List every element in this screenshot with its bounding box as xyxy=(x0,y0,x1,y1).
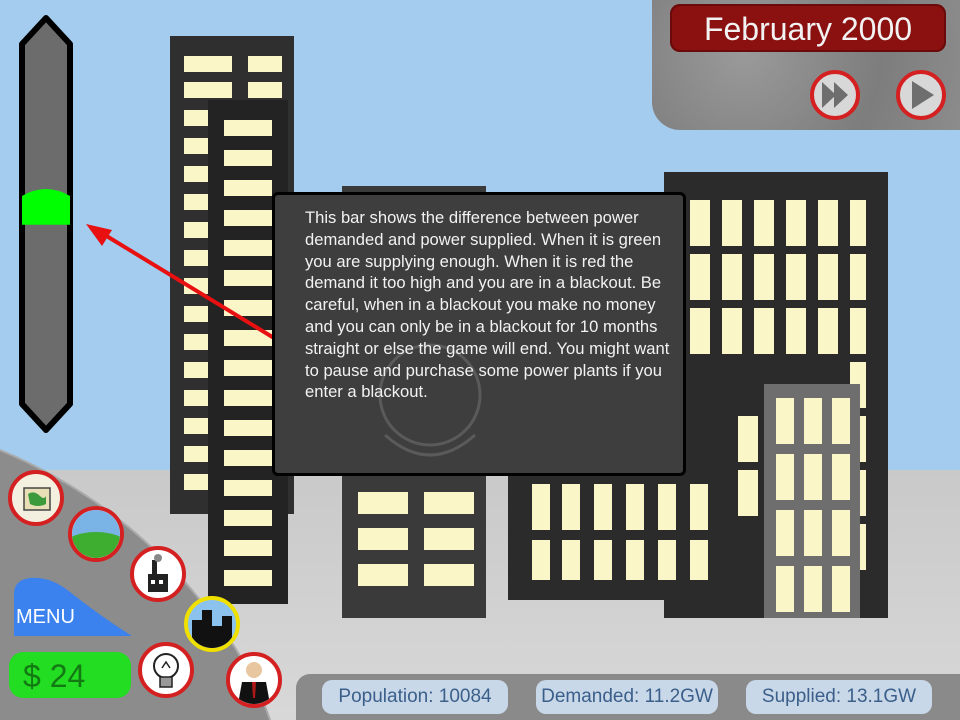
businessman-icon xyxy=(238,662,270,704)
factory-button[interactable] xyxy=(130,546,186,602)
menu-label: MENU xyxy=(16,606,75,628)
tutorial-text: This bar shows the difference between po… xyxy=(305,208,670,402)
landscape-icon xyxy=(72,510,120,558)
lightbulb-icon xyxy=(153,653,179,688)
fast-forward-button[interactable] xyxy=(810,70,860,120)
lightbulb-button[interactable] xyxy=(138,642,194,698)
city-button[interactable] xyxy=(184,596,240,652)
city-icon xyxy=(192,610,232,648)
play-button[interactable] xyxy=(896,70,946,120)
population-stat: Population: 10084 xyxy=(322,680,508,714)
land-button[interactable] xyxy=(68,506,124,562)
fast-forward-icon xyxy=(822,82,848,108)
map-button[interactable] xyxy=(8,470,64,526)
factory-icon xyxy=(148,554,168,592)
money-display: $ 24 xyxy=(9,652,131,698)
play-icon xyxy=(912,81,934,109)
map-icon xyxy=(23,487,51,511)
tutorial-dialog[interactable]: This bar shows the difference between po… xyxy=(272,192,686,476)
demanded-stat: Demanded: 11.2GW xyxy=(536,680,718,714)
current-date: February 2000 xyxy=(670,4,946,52)
supplied-stat: Supplied: 13.1GW xyxy=(746,680,932,714)
advisor-button[interactable] xyxy=(226,652,282,708)
